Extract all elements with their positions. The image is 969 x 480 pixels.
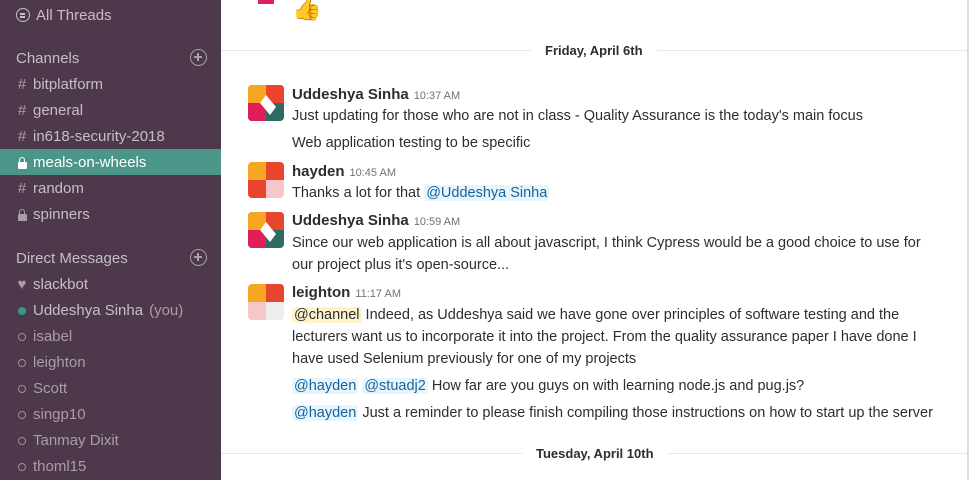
hash-icon: # (17, 179, 27, 197)
dm-label: slackbot (33, 275, 89, 293)
message-pane: 👍 Friday, April 6th Uddeshya Sinha 10:37… (221, 0, 969, 480)
author-name[interactable]: hayden (292, 163, 345, 180)
online-status-icon (16, 302, 28, 319)
dm-label: singp10 (33, 405, 86, 423)
user-mention[interactable]: @hayden (292, 405, 359, 421)
dm-slackbot[interactable]: ♥ slackbot (0, 271, 221, 297)
hash-icon: # (17, 101, 27, 119)
channel-label: in618-security-2018 (33, 127, 165, 145)
sidebar: All Threads Channels # bitplatform # gen… (0, 0, 221, 480)
message-header: Uddeshya Sinha 10:59 AM (292, 212, 460, 229)
sidebar-item-spinners[interactable]: spinners (0, 201, 221, 227)
dm-label: isabel (33, 327, 73, 345)
dm-thoml15[interactable]: thoml15 (0, 453, 221, 479)
away-status-icon (16, 406, 28, 423)
away-status-icon (16, 432, 28, 449)
dm-header-label: Direct Messages (16, 249, 128, 267)
direct-messages-header[interactable]: Direct Messages (16, 247, 128, 269)
add-dm-icon[interactable] (190, 249, 207, 266)
user-mention[interactable]: @Uddeshya Sinha (424, 185, 550, 201)
dm-label: leighton (33, 353, 86, 371)
dm-label: Scott (33, 379, 68, 397)
dm-label: thoml15 (33, 457, 87, 475)
channels-header-label: Channels (16, 49, 80, 67)
avatar[interactable] (248, 212, 284, 248)
away-status-icon (16, 328, 28, 345)
dm-isabel[interactable]: isabel (0, 323, 221, 349)
author-name[interactable]: leighton (292, 284, 350, 301)
away-status-icon (16, 380, 28, 397)
lock-icon (16, 154, 28, 171)
threads-icon (16, 8, 30, 22)
dm-singp10[interactable]: singp10 (0, 401, 221, 427)
message-text: Thanks a lot for that @Uddeshya Sinha (292, 182, 550, 204)
message-body: Just a reminder to please finish compili… (362, 405, 933, 421)
dm-tanmay-dixit[interactable]: Tanmay Dixit (0, 427, 221, 453)
message-text: Since our web application is all about j… (292, 235, 921, 251)
avatar[interactable] (248, 284, 284, 320)
channel-mention[interactable]: @channel (292, 307, 362, 323)
add-channel-icon[interactable] (190, 49, 207, 66)
message-body: How far are you guys on with learning no… (431, 378, 805, 394)
message-text: have used Selenium previously for one of… (292, 351, 637, 367)
you-label: (you) (149, 301, 184, 319)
dm-label: Uddeshya Sinha (33, 301, 144, 319)
message-text: @hayden Just a reminder to please finish… (292, 402, 933, 424)
channel-label: bitplatform (33, 75, 104, 93)
message-header: hayden 10:45 AM (292, 163, 396, 180)
day-label[interactable]: Friday, April 6th (531, 40, 657, 60)
dm-scott[interactable]: Scott (0, 375, 221, 401)
message-text: Web application testing to be specific (292, 135, 531, 151)
avatar[interactable] (248, 85, 284, 121)
message-body: Indeed, as Uddeshya said we have gone ov… (365, 307, 900, 323)
away-status-icon (16, 354, 28, 371)
author-name[interactable]: Uddeshya Sinha (292, 212, 409, 229)
thumbs-up-icon: 👍 (292, 0, 322, 22)
channel-label: spinners (33, 205, 90, 223)
dm-uddeshya-sinha[interactable]: Uddeshya Sinha (you) (0, 297, 221, 323)
dm-leighton[interactable]: leighton (0, 349, 221, 375)
sidebar-item-in618-security-2018[interactable]: # in618-security-2018 (0, 123, 221, 149)
message-text: @hayden @stuadj2 How far are you guys on… (292, 375, 804, 397)
lock-icon (16, 206, 28, 223)
channel-label: random (33, 179, 84, 197)
avatar[interactable] (248, 0, 284, 4)
hash-icon: # (17, 75, 27, 93)
channel-label: meals-on-wheels (33, 153, 147, 171)
timestamp[interactable]: 10:59 AM (414, 216, 460, 228)
message-text: Just updating for those who are not in c… (292, 108, 863, 124)
heart-icon: ♥ (17, 275, 27, 293)
sidebar-item-general[interactable]: # general (0, 97, 221, 123)
timestamp[interactable]: 11:17 AM (355, 288, 401, 300)
hash-icon: # (17, 127, 27, 145)
all-threads-link[interactable]: All Threads (16, 4, 112, 26)
channel-label: general (33, 101, 84, 119)
message-text: lecturers want us to incorporate it into… (292, 329, 917, 345)
message-text: our project plus it's open-source... (292, 257, 510, 273)
timestamp[interactable]: 10:45 AM (350, 167, 396, 179)
dm-label: Tanmay Dixit (33, 431, 119, 449)
sidebar-item-bitplatform[interactable]: # bitplatform (0, 71, 221, 97)
channels-header[interactable]: Channels (16, 47, 79, 69)
day-label[interactable]: Tuesday, April 10th (522, 443, 668, 463)
user-mention[interactable]: @hayden (292, 378, 359, 394)
message-header: Uddeshya Sinha 10:37 AM (292, 86, 460, 103)
message-text: @channel Indeed, as Uddeshya said we hav… (292, 304, 899, 326)
message-header: leighton 11:17 AM (292, 284, 401, 301)
user-mention[interactable]: @stuadj2 (362, 378, 428, 394)
sidebar-item-random[interactable]: # random (0, 175, 221, 201)
author-name[interactable]: Uddeshya Sinha (292, 86, 409, 103)
sidebar-item-meals-on-wheels[interactable]: meals-on-wheels (0, 149, 221, 175)
all-threads-label: All Threads (36, 6, 112, 24)
away-status-icon (16, 458, 28, 475)
message-body: Thanks a lot for that (292, 185, 421, 201)
avatar[interactable] (248, 162, 284, 198)
timestamp[interactable]: 10:37 AM (414, 90, 460, 102)
